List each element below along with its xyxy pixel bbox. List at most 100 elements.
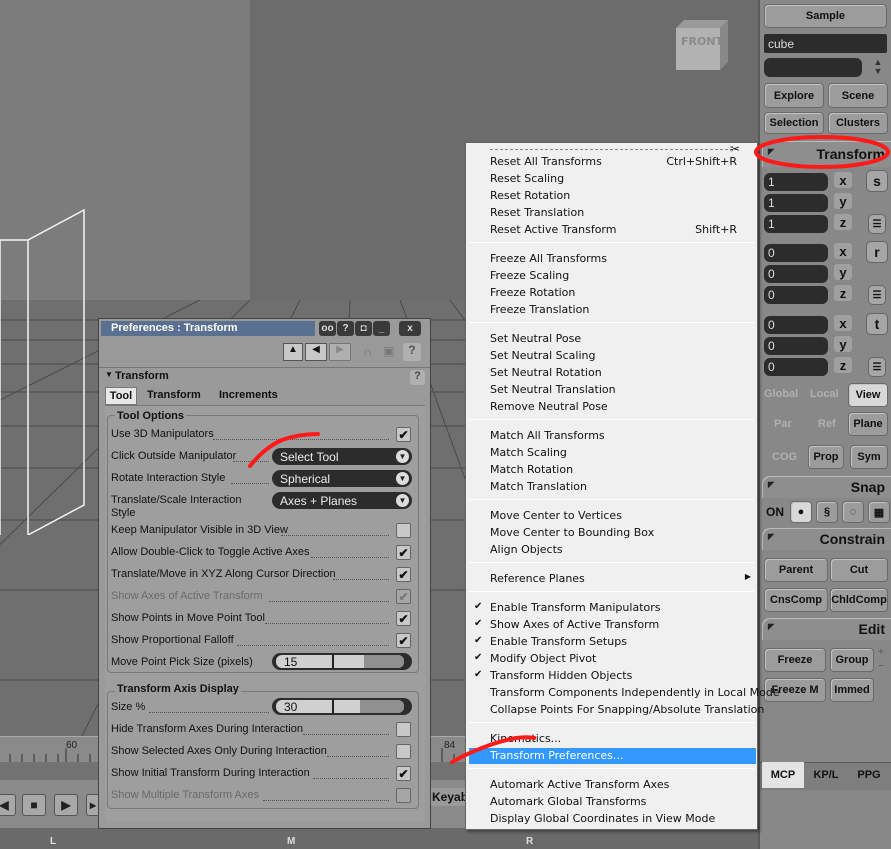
menu-item-freeze-all-transforms[interactable]: Freeze All Transforms xyxy=(490,252,607,265)
plane-button[interactable]: Plane xyxy=(848,412,888,436)
snap-point-icon[interactable]: ● xyxy=(790,501,812,523)
chldcomp-button[interactable]: ChldComp xyxy=(830,588,888,612)
show-selected-axes-checkbox[interactable] xyxy=(396,744,411,759)
close-icon[interactable]: x xyxy=(399,321,421,336)
axis-size-slider[interactable]: 30 xyxy=(272,698,412,715)
tab-ppg[interactable]: PPG xyxy=(848,762,890,788)
back-arrow-icon[interactable]: ◀ xyxy=(305,343,327,361)
tab-transform[interactable]: Transform xyxy=(147,389,201,401)
rotation-x-axis-button[interactable]: x xyxy=(834,243,852,259)
menu-item-automark-global-transforms[interactable]: Automark Global Transforms xyxy=(490,795,646,808)
menu-item-show-axes-of-active-transform[interactable]: Show Axes of Active Transform xyxy=(490,618,659,631)
slider-handle[interactable] xyxy=(332,655,334,668)
local-button[interactable]: Local xyxy=(810,388,839,400)
help-icon[interactable]: ? xyxy=(410,370,425,385)
scale-y-axis-button[interactable]: y xyxy=(834,193,852,209)
group-button[interactable]: Group xyxy=(830,648,874,672)
menu-item-set-neutral-translation[interactable]: Set Neutral Translation xyxy=(490,383,616,396)
show-points-move-tool-checkbox[interactable]: ✔ xyxy=(396,611,411,626)
menu-item-reset-translation[interactable]: Reset Translation xyxy=(490,206,584,219)
move-along-cursor-checkbox[interactable]: ✔ xyxy=(396,567,411,582)
glasses-icon[interactable]: oo xyxy=(319,321,336,336)
menu-item-align-objects[interactable]: Align Objects xyxy=(490,543,563,556)
use-3d-manipulators-checkbox[interactable]: ✔ xyxy=(396,427,411,442)
rotation-z-axis-button[interactable]: z xyxy=(834,285,852,301)
menu-item-modify-object-pivot[interactable]: Modify Object Pivot xyxy=(490,652,596,665)
scissors-icon[interactable]: ✂ xyxy=(730,142,740,156)
snap-on-button[interactable]: ON xyxy=(766,505,784,519)
keep-manipulator-visible-checkbox[interactable] xyxy=(396,523,411,538)
translation-z-field[interactable]: 0 xyxy=(764,358,828,376)
menu-item-match-all-transforms[interactable]: Match All Transforms xyxy=(490,429,605,442)
menu-item-match-rotation[interactable]: Match Rotation xyxy=(490,463,573,476)
scale-z-axis-button[interactable]: z xyxy=(834,214,852,230)
menu-item-enable-transform-setups[interactable]: Enable Transform Setups xyxy=(490,635,627,648)
translation-x-axis-button[interactable]: x xyxy=(834,315,852,331)
window-title[interactable]: Preferences : Transform xyxy=(101,321,315,336)
double-click-toggle-checkbox[interactable]: ✔ xyxy=(396,545,411,560)
spinner-arrows-icon[interactable]: ▲ ▼ xyxy=(868,58,888,78)
show-proportional-falloff-checkbox[interactable]: ✔ xyxy=(396,633,411,648)
pick-size-slider[interactable]: 15 xyxy=(272,653,412,670)
menu-item-freeze-translation[interactable]: Freeze Translation xyxy=(490,303,589,316)
clusters-button[interactable]: Clusters xyxy=(828,112,888,134)
paste-icon[interactable]: ▣ xyxy=(383,344,394,358)
scene-button[interactable]: Scene xyxy=(828,83,888,108)
magnet-icon[interactable]: ∩ xyxy=(363,344,372,359)
immed-button[interactable]: Immed xyxy=(830,678,874,702)
minimize-icon[interactable]: _ xyxy=(373,321,390,336)
rotation-x-field[interactable]: 0 xyxy=(764,244,828,262)
sym-button[interactable]: Sym xyxy=(850,445,888,469)
menu-item-reset-active-transform[interactable]: Reset Active Transform xyxy=(490,223,616,236)
tab-increments[interactable]: Increments xyxy=(219,389,278,401)
menu-item-match-translation[interactable]: Match Translation xyxy=(490,480,587,493)
rotate-tool-button[interactable]: r xyxy=(866,241,888,263)
menu-item-reset-rotation[interactable]: Reset Rotation xyxy=(490,189,570,202)
translation-y-field[interactable]: 0 xyxy=(764,337,828,355)
menu-item-reference-planes[interactable]: Reference Planes xyxy=(490,572,585,585)
translate-style-dropdown[interactable]: Axes + Planes ▼ xyxy=(272,492,412,509)
menu-item-transform-preferences[interactable]: Transform Preferences... xyxy=(490,749,623,762)
menu-item-transform-hidden-objects[interactable]: Transform Hidden Objects xyxy=(490,669,632,682)
parent-button[interactable]: Parent xyxy=(764,558,828,582)
freeze-button[interactable]: Freeze xyxy=(764,648,826,672)
scale-tool-button[interactable]: s xyxy=(866,170,888,192)
rotation-y-field[interactable]: 0 xyxy=(764,265,828,283)
preferences-window[interactable]: Preferences : Transform oo ? ◘ _ x ▲ ◀ ▶… xyxy=(98,318,431,829)
global-button[interactable]: Global xyxy=(764,388,798,400)
rotation-y-axis-button[interactable]: y xyxy=(834,264,852,280)
show-multiple-axes-checkbox[interactable] xyxy=(396,788,411,803)
show-initial-transform-checkbox[interactable]: ✔ xyxy=(396,766,411,781)
menu-item-display-global-coordinates-in-view-mode[interactable]: Display Global Coordinates in View Mode xyxy=(490,812,715,825)
tab-mcp[interactable]: MCP xyxy=(762,762,804,788)
tab-tool[interactable]: Tool xyxy=(105,387,137,405)
translation-menu-icon[interactable]: ☰ xyxy=(868,357,886,377)
translation-z-axis-button[interactable]: z xyxy=(834,357,852,373)
view-button[interactable]: View xyxy=(848,383,888,407)
selection-filter-field[interactable] xyxy=(764,58,862,77)
menu-item-freeze-scaling[interactable]: Freeze Scaling xyxy=(490,269,569,282)
selection-button[interactable]: Selection xyxy=(764,112,824,134)
menu-item-transform-components-independently-in-local-mode[interactable]: Transform Components Independently in Lo… xyxy=(490,686,780,699)
constrain-section-header[interactable]: ◤ Constrain xyxy=(762,528,891,550)
translation-y-axis-button[interactable]: y xyxy=(834,336,852,352)
cog-button[interactable]: COG xyxy=(772,451,797,463)
scale-menu-icon[interactable]: ☰ xyxy=(868,214,886,234)
lock-icon[interactable]: ◘ xyxy=(355,321,372,336)
rotation-menu-icon[interactable]: ☰ xyxy=(868,285,886,305)
snap-section-header[interactable]: ◤ Snap xyxy=(762,476,891,498)
menu-item-set-neutral-rotation[interactable]: Set Neutral Rotation xyxy=(490,366,602,379)
play-button[interactable]: ▶ xyxy=(54,794,78,816)
translate-tool-button[interactable]: t xyxy=(866,313,888,335)
help-icon[interactable]: ? xyxy=(337,321,354,336)
menu-item-set-neutral-scaling[interactable]: Set Neutral Scaling xyxy=(490,349,596,362)
help-icon[interactable]: ? xyxy=(403,343,421,361)
click-outside-dropdown[interactable]: Select Tool ▼ xyxy=(272,448,412,465)
menu-item-kinematics[interactable]: Kinematics... xyxy=(490,732,561,745)
up-arrow-icon[interactable]: ▲ xyxy=(283,343,303,361)
forward-arrow-icon[interactable]: ▶ xyxy=(329,343,351,361)
menu-item-set-neutral-pose[interactable]: Set Neutral Pose xyxy=(490,332,581,345)
prev-frame-button[interactable]: ◀ xyxy=(0,794,16,816)
par-button[interactable]: Par xyxy=(774,418,792,430)
snap-curve-icon[interactable]: § xyxy=(816,501,838,523)
